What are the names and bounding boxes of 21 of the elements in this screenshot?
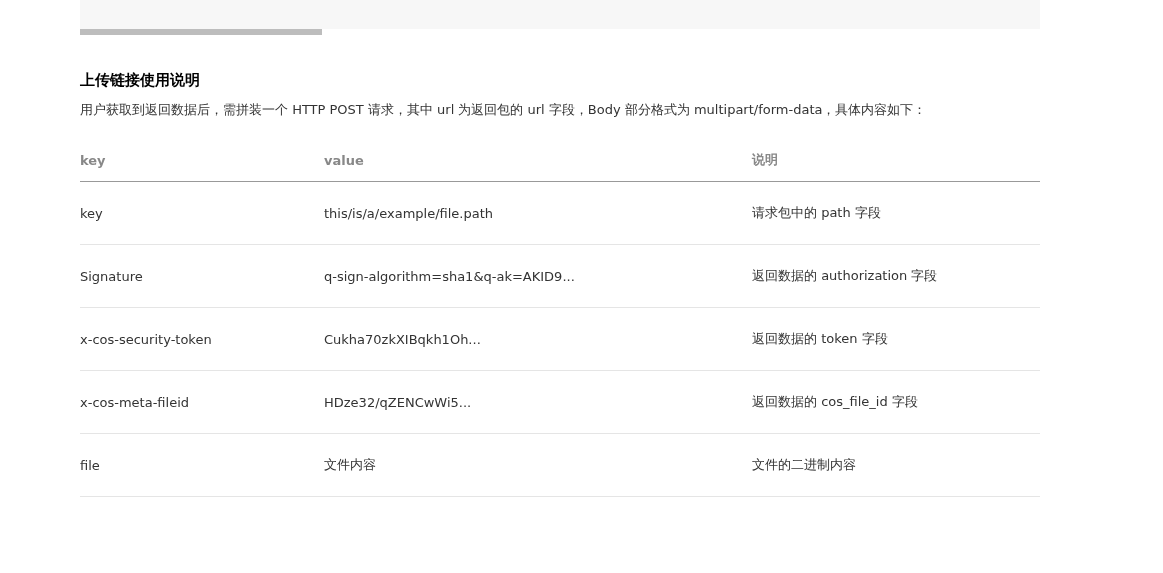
table-cell: file xyxy=(80,433,324,497)
table-cell: 返回数据的 authorization 字段 xyxy=(752,244,1040,308)
scrollbar-thumb[interactable] xyxy=(80,29,322,35)
table-cell: 返回数据的 cos_file_id 字段 xyxy=(752,370,1040,434)
section-description: 用户获取到返回数据后，需拼装一个 HTTP POST 请求，其中 url 为返回包的 url 字段，Body 部分格式为 multipart/form-data，具体内容如下： xyxy=(80,101,928,119)
table-cell: 文件的二进制内容 xyxy=(752,433,1040,497)
table-cell: this/is/a/example/file.path xyxy=(324,181,752,245)
column-header: value xyxy=(324,139,752,182)
table-cell: Signature xyxy=(80,244,324,308)
column-header: key xyxy=(80,139,324,182)
table-cell: 文件内容 xyxy=(324,433,752,497)
table-cell: HDze32/qZENCwWi5... xyxy=(324,370,752,434)
table-cell: x-cos-meta-fileid xyxy=(80,370,324,434)
column-header: 说明 xyxy=(752,139,1040,182)
table-cell: key xyxy=(80,181,324,245)
table-cell: 请求包中的 path 字段 xyxy=(752,181,1040,245)
table-cell: Cukha70zkXIBqkh1Oh... xyxy=(324,307,752,371)
section-title: 上传链接使用说明 xyxy=(80,70,201,91)
table-cell: q-sign-algorithm=sha1&q-ak=AKID9... xyxy=(324,244,752,308)
table-cell: 返回数据的 token 字段 xyxy=(752,307,1040,371)
table-cell: x-cos-security-token xyxy=(80,307,324,371)
